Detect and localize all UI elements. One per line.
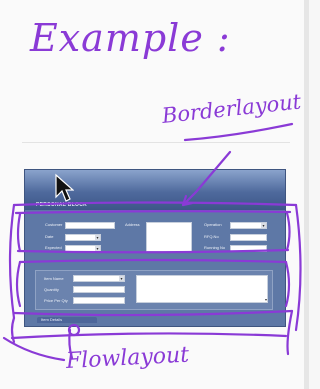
item-name-label: Item Name [44, 276, 64, 281]
chevron-down-icon: ▾ [119, 276, 124, 281]
customer-input[interactable] [65, 222, 115, 229]
app-title: PERSONAL BLOCK [36, 202, 88, 208]
handwritten-title: Example : [30, 16, 231, 60]
rfq-label: RFQ.No [204, 234, 219, 239]
customer-label: Customer [45, 222, 63, 227]
separator-line [22, 142, 290, 143]
quantity-input[interactable] [73, 286, 125, 293]
running-no-input[interactable] [230, 245, 267, 252]
item-panel: Item Name ▾ Quantity Price Per Qty ▾ [35, 270, 273, 310]
address-textarea[interactable] [146, 222, 192, 252]
running-no-label: Running No [204, 245, 226, 250]
rfq-input[interactable] [230, 234, 267, 241]
chevron-down-icon: ▾ [95, 235, 100, 240]
address-label: Address [125, 222, 140, 227]
tab-item-details[interactable]: Item Details [37, 317, 97, 323]
scroll-down-icon[interactable]: ▾ [265, 298, 267, 302]
expected-label: Expected [45, 245, 62, 250]
chevron-down-icon: ▾ [95, 246, 100, 251]
date-picker[interactable]: ▾ [65, 234, 101, 241]
price-per-qty-input[interactable] [73, 297, 125, 304]
operation-select[interactable]: ▾ [230, 222, 267, 229]
quantity-label: Quantity [44, 287, 59, 292]
expected-date-picker[interactable]: ▾ [65, 245, 101, 252]
app-header: PERSONAL BLOCK [25, 170, 285, 210]
price-per-qty-label: Price Per Qty [44, 298, 68, 303]
page-edge [304, 0, 309, 389]
item-description-textarea[interactable]: ▾ [136, 275, 268, 303]
date-label: Date [45, 234, 54, 239]
item-name-select[interactable]: ▾ [73, 275, 125, 282]
chevron-down-icon: ▾ [261, 223, 266, 228]
app-window: PERSONAL BLOCK Customer Address Operatio… [24, 169, 286, 327]
operation-label: Operation [204, 222, 222, 227]
tab-item-details-label: Item Details [41, 317, 63, 322]
